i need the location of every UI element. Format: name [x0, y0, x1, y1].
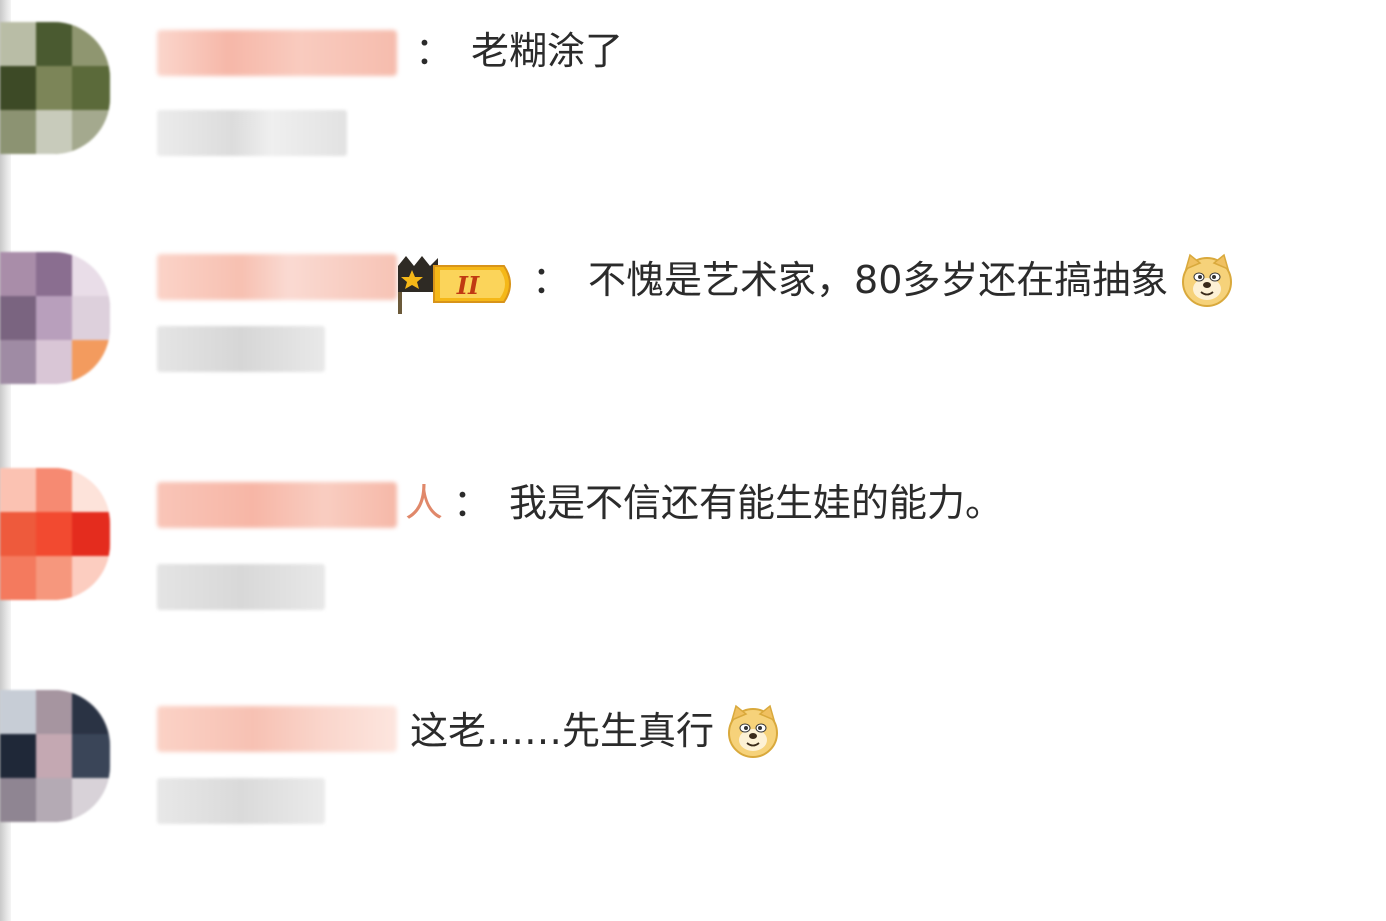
comment-text-line: ： 不愧是艺术家，80多岁还在搞抽象: [522, 253, 1234, 307]
doge-icon: [728, 704, 779, 758]
comment-meta-redacted: [157, 778, 325, 824]
comment-text: 不愧是艺术家，80多岁还在搞抽象: [588, 258, 1169, 302]
comment-item: 人 ： 我是不信还有能生娃的能力。: [0, 450, 1386, 670]
comment-meta-redacted: [157, 564, 325, 610]
avatar[interactable]: [0, 468, 110, 600]
username-redacted[interactable]: [157, 254, 397, 300]
svg-text:II: II: [456, 271, 480, 300]
comment-colon: ：: [453, 481, 492, 525]
doge-icon: [1182, 253, 1233, 307]
comment-text-line: 人 ： 我是不信还有能生娃的能力。: [405, 478, 1003, 528]
comment-list: ： 老糊涂了 II ： 不愧是艺术家，80多岁还在搞抽象 人 ： 我是不信还有能…: [0, 0, 1386, 921]
avatar[interactable]: [0, 690, 110, 822]
comment-item: ： 老糊涂了: [0, 0, 1386, 220]
comment-meta-redacted: [157, 326, 325, 372]
comment-colon: ：: [532, 258, 571, 302]
level-badge-icon: II: [398, 256, 511, 314]
comment-text-line: ： 老糊涂了: [405, 26, 623, 76]
comment-text: 老糊涂了: [471, 29, 624, 73]
comment-text: 我是不信还有能生娃的能力。: [509, 481, 1004, 525]
comment-item: II ： 不愧是艺术家，80多岁还在搞抽象: [0, 220, 1386, 450]
avatar[interactable]: [0, 252, 110, 384]
comment-text-line: 这老……先生真行: [410, 704, 780, 758]
username-redacted[interactable]: [157, 482, 397, 528]
comment-meta-redacted: [157, 110, 347, 156]
username-redacted[interactable]: [157, 706, 397, 752]
avatar[interactable]: [0, 22, 110, 154]
comment-item: 这老……先生真行: [0, 670, 1386, 921]
comment-colon: ：: [415, 29, 454, 73]
username-visible-suffix[interactable]: 人: [405, 478, 443, 528]
username-redacted[interactable]: [157, 30, 397, 76]
comment-text: 这老……先生真行: [410, 709, 715, 753]
